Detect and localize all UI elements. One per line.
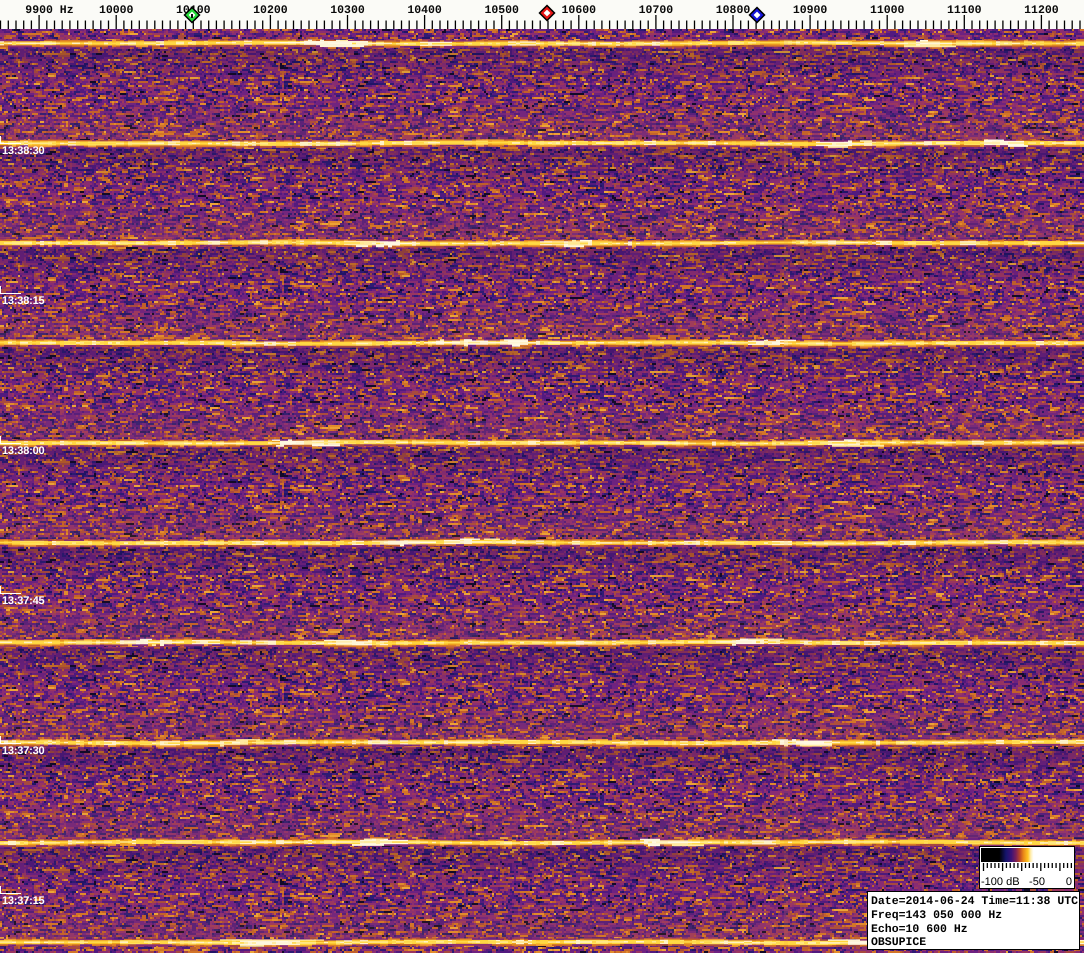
svg-text:11000: 11000	[870, 4, 905, 17]
svg-text:9900 Hz: 9900 Hz	[25, 4, 73, 17]
svg-text:10500: 10500	[484, 4, 519, 17]
svg-text:11200: 11200	[1024, 4, 1059, 17]
svg-text:10600: 10600	[562, 4, 597, 17]
svg-text:0: 0	[1066, 876, 1072, 888]
svg-text:10200: 10200	[253, 4, 288, 17]
svg-text:-100 dB: -100 dB	[981, 876, 1020, 888]
svg-text:10700: 10700	[639, 4, 674, 17]
svg-text:11100: 11100	[947, 4, 982, 17]
svg-text:-50: -50	[1029, 876, 1045, 888]
svg-text:10400: 10400	[407, 4, 442, 17]
svg-text:10900: 10900	[793, 4, 828, 17]
svg-text:10000: 10000	[99, 4, 134, 17]
svg-text:10800: 10800	[716, 4, 751, 17]
svg-text:10300: 10300	[330, 4, 365, 17]
